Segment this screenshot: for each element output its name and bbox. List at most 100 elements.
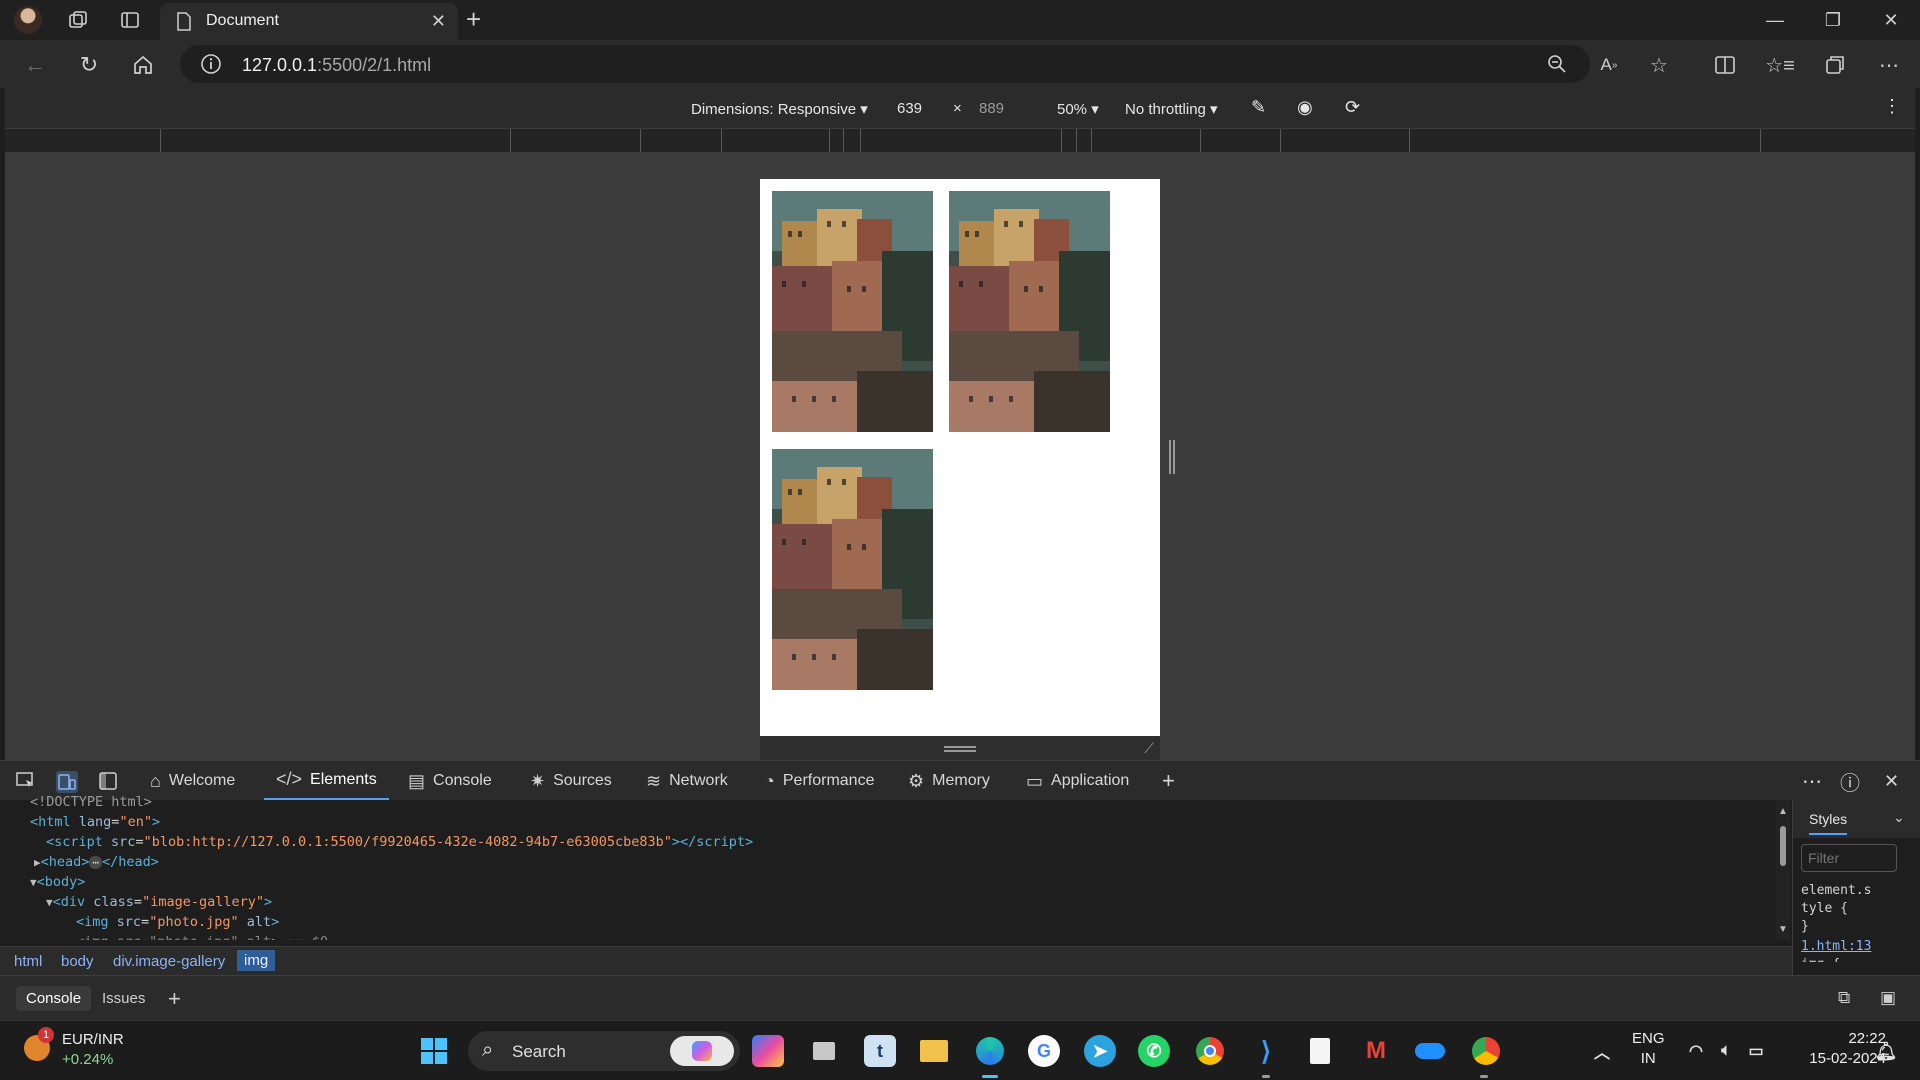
- close-drawer-icon[interactable]: ▣: [1880, 988, 1896, 1008]
- refresh-button[interactable]: ↻: [74, 50, 104, 80]
- throttling-dropdown[interactable]: No throttling ▾: [1125, 100, 1218, 118]
- dom-head-line[interactable]: ▶<head> ⋯ </head>: [34, 854, 159, 870]
- workspaces-icon[interactable]: [64, 6, 92, 34]
- wifi-icon[interactable]: ◠: [1680, 1035, 1712, 1067]
- tab-close-icon[interactable]: ✕: [431, 11, 446, 32]
- tab-console[interactable]: ▤ Console: [408, 761, 492, 801]
- media-query-bar[interactable]: [5, 128, 1915, 153]
- chrome-profile-icon[interactable]: [1470, 1035, 1502, 1067]
- add-tool-button[interactable]: +: [1162, 761, 1175, 801]
- tab-network[interactable]: ≋ Network: [646, 761, 728, 801]
- collections-icon[interactable]: [1820, 50, 1850, 80]
- rotate-icon[interactable]: ⟳: [1345, 97, 1360, 118]
- volume-icon[interactable]: 🔈︎: [1710, 1035, 1742, 1067]
- back-button[interactable]: ←: [20, 50, 50, 80]
- breadcrumb-img[interactable]: img: [237, 950, 276, 971]
- dimensions-dropdown[interactable]: Dimensions: Responsive ▾: [691, 100, 868, 118]
- dom-img-line-selected[interactable]: <img src="photo.jpg" alt> == $0: [76, 934, 328, 940]
- device-toggle-icon[interactable]: [56, 771, 78, 793]
- help-icon[interactable]: ⓘ: [1840, 761, 1860, 801]
- height-input[interactable]: 889: [979, 100, 1004, 117]
- drawer-tab-issues[interactable]: Issues: [92, 986, 155, 1011]
- task-view-icon[interactable]: [808, 1035, 840, 1067]
- tab-elements[interactable]: </> Elements: [264, 761, 389, 801]
- collapse-triangle-icon[interactable]: ▼: [46, 896, 53, 909]
- split-screen-icon[interactable]: [1710, 50, 1740, 80]
- tray-overflow-chevron-icon[interactable]: ︿: [1586, 1035, 1618, 1067]
- resize-handle-right[interactable]: [1169, 440, 1175, 474]
- home-button[interactable]: [128, 50, 158, 80]
- telegram-icon[interactable]: ➤: [1084, 1035, 1116, 1067]
- tab-sources[interactable]: ✷ Sources: [530, 761, 612, 801]
- vision-icon[interactable]: ◉: [1297, 97, 1313, 118]
- gallery-image-2[interactable]: [949, 191, 1110, 432]
- more-options-icon[interactable]: ⋮: [1883, 96, 1901, 117]
- minimize-button[interactable]: —: [1752, 6, 1798, 34]
- breadcrumb-body[interactable]: body: [61, 953, 94, 970]
- styles-tab[interactable]: Styles: [1809, 811, 1848, 835]
- breadcrumb-div[interactable]: div.image-gallery: [113, 953, 225, 970]
- width-input[interactable]: 639: [897, 100, 922, 117]
- address-bar[interactable]: 127.0.0.1:5500/2/1.html: [180, 45, 1590, 83]
- tab-memory[interactable]: ⚙ Memory: [908, 761, 990, 801]
- close-devtools-icon[interactable]: ✕: [1884, 761, 1899, 801]
- dom-scrollbar[interactable]: ▲ ▼: [1776, 800, 1790, 940]
- favorites-icon[interactable]: ☆≡: [1765, 50, 1795, 80]
- scroll-thumb[interactable]: [1780, 826, 1786, 866]
- settings-more-icon[interactable]: ⋯: [1874, 50, 1904, 80]
- style-source-link[interactable]: 1.html:13: [1801, 938, 1877, 956]
- scroll-down-icon[interactable]: ▼: [1778, 924, 1788, 935]
- collapsed-dots-icon[interactable]: ⋯: [89, 856, 103, 869]
- battery-icon[interactable]: ▭: [1740, 1035, 1772, 1067]
- site-info-icon[interactable]: [200, 53, 222, 75]
- new-tab-button[interactable]: +: [466, 6, 481, 32]
- dom-doctype[interactable]: <!DOCTYPE html>: [30, 794, 152, 810]
- dock-side-icon[interactable]: [98, 771, 118, 791]
- dom-tree[interactable]: <!DOCTYPE html> <html lang="en"> <script…: [0, 794, 1775, 940]
- language-indicator[interactable]: ENG IN: [1632, 1029, 1665, 1069]
- customize-more-icon[interactable]: ⋯: [1802, 761, 1822, 801]
- whatsapp-icon[interactable]: ✆: [1138, 1035, 1170, 1067]
- styles-chevron-icon[interactable]: ⌄: [1893, 809, 1905, 826]
- gallery-image-3[interactable]: [772, 449, 933, 690]
- vscode-icon[interactable]: ⟩: [1250, 1035, 1282, 1067]
- undock-drawer-icon[interactable]: ⧉: [1838, 988, 1850, 1008]
- tab-performance[interactable]: ◔ Performance: [764, 761, 874, 801]
- dom-img-line[interactable]: <img src="photo.jpg" alt>: [76, 914, 279, 930]
- read-aloud-icon[interactable]: A»: [1594, 50, 1624, 80]
- profile-avatar[interactable]: [14, 6, 42, 34]
- dom-script-line[interactable]: <script src="blob:http://127.0.0.1:5500/…: [46, 834, 753, 850]
- file-explorer-icon[interactable]: [918, 1035, 950, 1067]
- dom-div-line[interactable]: ▼<div class="image-gallery">: [46, 894, 272, 910]
- zoom-out-icon[interactable]: [1542, 49, 1572, 79]
- corner-resize-icon[interactable]: ⟋: [1144, 740, 1154, 757]
- gallery-image-1[interactable]: [772, 191, 933, 432]
- google-app-icon[interactable]: G: [1028, 1035, 1060, 1067]
- dom-html-line[interactable]: <html lang="en">: [30, 814, 160, 830]
- collapse-triangle-icon[interactable]: ▼: [30, 876, 37, 889]
- notepad-file-icon[interactable]: [1304, 1035, 1336, 1067]
- tumblr-app-icon[interactable]: t: [864, 1035, 896, 1067]
- scroll-up-icon[interactable]: ▲: [1778, 806, 1788, 817]
- onedrive-icon[interactable]: [1414, 1035, 1446, 1067]
- notification-bell-icon[interactable]: 🔔︎: [1870, 1035, 1902, 1067]
- zoom-dropdown[interactable]: 50% ▾: [1057, 100, 1099, 118]
- copilot-pre-app-icon[interactable]: [752, 1035, 784, 1067]
- sensor-eyedropper-icon[interactable]: ✎: [1251, 97, 1266, 118]
- gmail-icon[interactable]: M: [1360, 1035, 1392, 1067]
- start-button[interactable]: [418, 1035, 450, 1067]
- browser-tab[interactable]: Document ✕: [160, 3, 458, 40]
- taskbar-search[interactable]: ⌕ Search: [468, 1031, 740, 1071]
- restore-button[interactable]: ❐: [1810, 6, 1856, 34]
- drawer-add-button[interactable]: +: [158, 982, 191, 1016]
- drawer-tab-console[interactable]: Console: [16, 986, 92, 1011]
- tab-welcome[interactable]: ⌂ Welcome: [150, 761, 235, 801]
- vertical-tabs-icon[interactable]: [116, 6, 144, 34]
- chrome-icon[interactable]: [1194, 1035, 1226, 1067]
- ticker-widget[interactable]: 1 EUR/INR +0.24%: [22, 1027, 142, 1073]
- edge-browser-icon[interactable]: [974, 1035, 1006, 1067]
- expand-triangle-icon[interactable]: ▶: [34, 856, 41, 869]
- resize-handle-bottom[interactable]: ⟋: [760, 736, 1160, 760]
- dom-body-line[interactable]: ▼<body>: [30, 874, 85, 890]
- styles-filter-input[interactable]: [1801, 844, 1897, 872]
